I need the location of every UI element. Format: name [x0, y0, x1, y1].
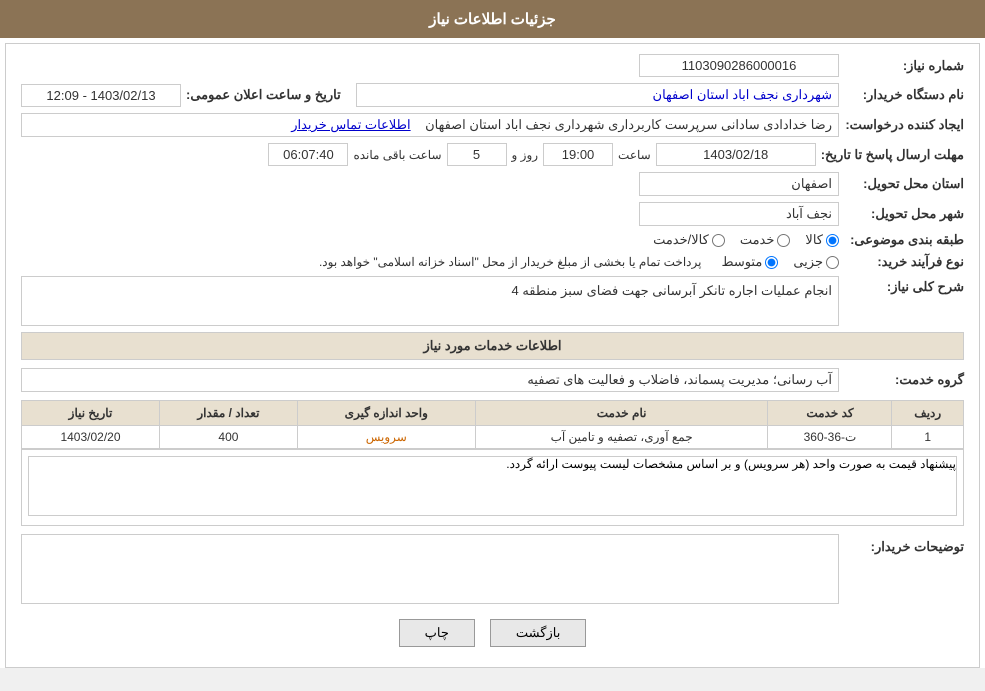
- category-radio-group: کالا خدمت کالا/خدمت: [653, 232, 839, 248]
- cell-service-code: ت-36-360: [768, 426, 892, 449]
- cell-quantity: 400: [159, 426, 297, 449]
- col-quantity: تعداد / مقدار: [159, 401, 297, 426]
- city-label: شهر محل تحویل:: [844, 206, 964, 222]
- buyer-org-label: نام دستگاه خریدار:: [844, 87, 964, 103]
- general-desc-label: شرح کلی نیاز:: [844, 276, 964, 295]
- requester-label: ایجاد کننده درخواست:: [844, 117, 964, 133]
- purchase-type-label: نوع فرآیند خرید:: [844, 254, 964, 270]
- services-section-header: اطلاعات خدمات مورد نیاز: [21, 332, 964, 360]
- service-group-label: گروه خدمت:: [844, 372, 964, 388]
- requester-text: رضا خدادادی سادانی سرپرست کاربرداری شهرد…: [425, 117, 832, 132]
- need-number-label: شماره نیاز:: [844, 58, 964, 74]
- category-option-khedmat[interactable]: خدمت: [740, 232, 791, 248]
- col-date: تاریخ نیاز: [22, 401, 160, 426]
- buyer-notes-label: توضیحات خریدار:: [844, 534, 964, 555]
- col-unit: واحد اندازه گیری: [297, 401, 475, 426]
- date-announce-label: تاریخ و ساعت اعلان عمومی:: [186, 87, 341, 103]
- cell-date: 1403/02/20: [22, 426, 160, 449]
- general-desc-value: انجام عملیات اجاره تانکر آبرسانی جهت فضا…: [21, 276, 839, 326]
- province-value: اصفهان: [639, 172, 839, 196]
- table-note: پیشنهاد قیمت به صورت واحد (هر سرویس) و ب…: [21, 449, 964, 526]
- buyer-notes-value: [21, 534, 839, 604]
- response-days: 5: [447, 143, 507, 166]
- buttons-row: بازگشت چاپ: [21, 619, 964, 657]
- col-row-num: ردیف: [892, 401, 964, 426]
- requester-value: رضا خدادادی سادانی سرپرست کاربرداری شهرد…: [21, 113, 839, 137]
- cell-service-name: جمع آوری، تصفیه و تامین آب: [475, 426, 768, 449]
- page-header: جزئیات اطلاعات نیاز: [0, 0, 985, 38]
- purchase-type-motavasset[interactable]: متوسط: [721, 254, 778, 270]
- cell-unit: سرویس: [297, 426, 475, 449]
- print-button[interactable]: چاپ: [399, 619, 475, 647]
- province-label: استان محل تحویل:: [844, 176, 964, 192]
- page-title: جزئیات اطلاعات نیاز: [429, 11, 556, 28]
- col-service-code: کد خدمت: [768, 401, 892, 426]
- response-deadline-label: مهلت ارسال پاسخ تا تاریخ:: [821, 147, 964, 163]
- category-label: طبقه بندی موضوعی:: [844, 232, 964, 248]
- back-button[interactable]: بازگشت: [490, 619, 586, 647]
- need-number-value: 1103090286000016: [639, 54, 839, 77]
- city-value: نجف آباد: [639, 202, 839, 226]
- table-row: 1 ت-36-360 جمع آوری، تصفیه و تامین آب سر…: [22, 426, 964, 449]
- date-announce-value: 1403/02/13 - 12:09: [21, 84, 181, 107]
- buyer-notes-row: توضیحات خریدار:: [21, 534, 964, 604]
- cell-row-num: 1: [892, 426, 964, 449]
- purchase-type-jozi[interactable]: جزیی: [793, 254, 839, 270]
- service-group-value: آب رسانی؛ مدیریت پسماند، فاضلاب و فعالیت…: [21, 368, 839, 392]
- response-date: 1403/02/18: [656, 143, 816, 166]
- days-label: روز و: [512, 148, 539, 162]
- category-option-kala[interactable]: کالا: [805, 232, 839, 248]
- remaining-time: 06:07:40: [268, 143, 348, 166]
- col-service-name: نام خدمت: [475, 401, 768, 426]
- category-option-both[interactable]: کالا/خدمت: [653, 232, 725, 248]
- time-label: ساعت: [618, 148, 651, 162]
- remaining-label: ساعت باقی مانده: [353, 148, 441, 162]
- purchase-type-note: پرداخت تمام یا بخشی از مبلغ خریدار از مح…: [319, 255, 702, 269]
- purchase-type-radio-group: جزیی متوسط: [721, 254, 839, 270]
- services-table: ردیف کد خدمت نام خدمت واحد اندازه گیری ت…: [21, 400, 964, 449]
- services-table-section: ردیف کد خدمت نام خدمت واحد اندازه گیری ت…: [21, 400, 964, 449]
- contact-link[interactable]: اطلاعات تماس خریدار: [291, 117, 410, 132]
- response-time: 19:00: [543, 143, 613, 166]
- table-note-textarea[interactable]: پیشنهاد قیمت به صورت واحد (هر سرویس) و ب…: [28, 456, 957, 516]
- buyer-org-value: شهرداری نجف اباد استان اصفهان: [356, 83, 839, 107]
